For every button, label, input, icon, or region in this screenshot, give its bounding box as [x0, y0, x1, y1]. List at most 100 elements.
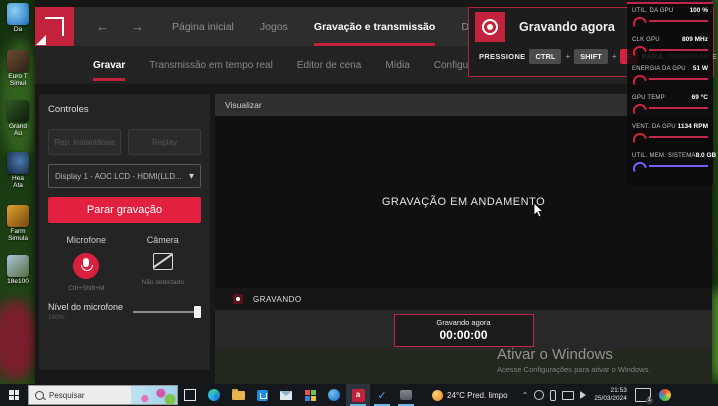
photos-button[interactable]: [298, 384, 322, 406]
replay-button[interactable]: Replay: [128, 129, 201, 155]
clock-date: 25/03/2024: [594, 395, 627, 403]
camera-title: Câmera: [125, 235, 202, 245]
desktop-icon-3[interactable]: HeaAta: [3, 152, 33, 189]
metric-gpu-temp: GPU TEMP69 °C: [632, 94, 708, 123]
tray-chevron-icon[interactable]: ⌃: [522, 391, 529, 400]
desktop-icon-euro-truck[interactable]: Euro TSimul: [3, 50, 33, 87]
amd-arrow-mark: [45, 17, 64, 36]
mic-level-section: Nível do microfone 100%: [48, 302, 201, 321]
amd-icon: a: [352, 389, 365, 402]
picture-icon: [7, 255, 29, 277]
watermark-subtitle: Acesse Configurações para ativar o Windo…: [497, 365, 650, 374]
desktop-icon-1[interactable]: Da: [3, 3, 33, 33]
gauge-icon: [631, 102, 647, 114]
tray-person-icon[interactable]: [534, 390, 544, 400]
subtab-gravar[interactable]: Gravar: [93, 60, 125, 71]
mic-level-value: 100%: [48, 314, 133, 321]
notification-center-button[interactable]: 1: [635, 388, 651, 402]
edge-button[interactable]: [202, 384, 226, 406]
metric-gpu-fan: VENT. DA GPU1134 RPM: [632, 123, 708, 152]
metric-gpu-clock: CLK GPU809 MHz: [632, 36, 708, 65]
slider-handle[interactable]: [194, 306, 201, 318]
tray-display-icon[interactable]: [562, 391, 574, 400]
microphone-hotkey: Ctrl+Shift+M: [48, 285, 125, 292]
plus-sign: +: [565, 52, 570, 61]
amd-software-taskbar-button[interactable]: a: [346, 384, 370, 406]
hotkey-text: PRESSIONE: [479, 52, 525, 61]
search-placeholder: Pesquisar: [49, 391, 85, 400]
icon-label: 18e100: [7, 278, 29, 285]
subtab-editor-de-cena[interactable]: Editor de cena: [297, 60, 362, 71]
camera-section: Câmera Não detectado: [125, 235, 202, 292]
metric-gpu-power: ENERGIA DA GPU51 W: [632, 65, 708, 94]
tab-gravacao-e-transmissao[interactable]: Gravação e transmissão: [314, 7, 435, 46]
display-select-value: Display 1 - AOC LCD - HDMI(LLD...: [55, 172, 189, 181]
record-dot-icon: [233, 294, 243, 304]
instant-replay-button[interactable]: Rep. instantânea: [48, 129, 121, 155]
app-button-gray[interactable]: [394, 384, 418, 406]
task-view-button[interactable]: [178, 384, 202, 406]
microphone-icon: [83, 258, 89, 267]
search-input[interactable]: Pesquisar: [28, 385, 178, 405]
metric-gpu-util: UTIL. DA GPU100 %: [632, 7, 708, 36]
amd-logo[interactable]: [35, 7, 74, 46]
start-button[interactable]: [0, 384, 28, 406]
system-tray: ⌃: [522, 390, 587, 401]
watermark-title: Ativar o Windows: [497, 346, 650, 363]
wallpaper-flower: [0, 300, 40, 380]
camera-status: Não detectado: [125, 279, 202, 286]
subtab-transmissao[interactable]: Transmissão em tempo real: [149, 60, 273, 71]
display-select[interactable]: Display 1 - AOC LCD - HDMI(LLD... ▾: [48, 164, 201, 188]
store-button[interactable]: [250, 384, 274, 406]
gray-app-icon: [400, 390, 412, 400]
shift-keycap: SHIFT: [574, 49, 608, 64]
store-icon: [257, 390, 268, 401]
weather-widget[interactable]: 24°C Pred. limpo: [432, 390, 508, 401]
plus-sign: +: [612, 52, 617, 61]
mic-level-slider[interactable]: [133, 311, 201, 313]
chevron-down-icon: ▾: [189, 171, 194, 182]
performance-metrics-overlay: UTIL. DA GPU100 % CLK GPU809 MHz ENERGIA…: [627, 2, 713, 185]
subtab-midia[interactable]: Mídia: [385, 60, 409, 71]
blue-app-icon: [328, 389, 340, 401]
timer-bar: Gravando agora 00:00:00: [215, 310, 712, 350]
forward-button[interactable]: →: [131, 19, 144, 34]
mouse-cursor: [533, 202, 544, 218]
controls-panel: Controles Rep. instantânea Replay Displa…: [39, 94, 210, 370]
mail-icon: [280, 391, 292, 400]
mail-button[interactable]: [274, 384, 298, 406]
app-button-check[interactable]: ✓: [370, 384, 394, 406]
tray-volume-icon[interactable]: [580, 391, 586, 399]
taskbar: Pesquisar a ✓ 24°C Pred. limpo ⌃ 21:53 2…: [0, 384, 718, 406]
browser-color-icon[interactable]: [659, 389, 671, 401]
recording-timer: Gravando agora 00:00:00: [394, 314, 534, 347]
preview-header-label: Visualizar: [225, 100, 262, 110]
recording-status-row: GRAVANDO: [215, 288, 712, 310]
timer-label: Gravando agora: [395, 318, 533, 327]
edge-icon: [208, 389, 220, 401]
back-button[interactable]: ←: [96, 19, 109, 34]
camera-disabled-icon: [153, 253, 173, 270]
tab-jogos[interactable]: Jogos: [260, 7, 288, 46]
microphone-toggle-button[interactable]: [73, 253, 99, 279]
desktop-icon-farming[interactable]: FarmSimula: [3, 205, 33, 242]
desktop-icon-image[interactable]: 18e100: [3, 255, 33, 285]
gauge-icon: [631, 160, 647, 172]
recording-label: GRAVANDO: [253, 295, 302, 304]
stop-recording-button[interactable]: Parar gravação: [48, 197, 201, 223]
tab-pagina-inicial[interactable]: Página inicial: [172, 7, 234, 46]
gauge-icon: [631, 73, 647, 85]
app-button-blue[interactable]: [322, 384, 346, 406]
gauge-icon: [631, 44, 647, 56]
app-icon: [7, 3, 29, 25]
desktop-icon-gta[interactable]: GrandAu: [3, 100, 33, 137]
file-explorer-button[interactable]: [226, 384, 250, 406]
search-highlight-art: [131, 386, 177, 404]
windows-logo-icon: [9, 390, 19, 400]
record-icon: [475, 12, 505, 42]
icon-label: Da: [14, 26, 22, 33]
ctrl-keycap: CTRL: [529, 49, 561, 64]
search-icon: [35, 391, 44, 400]
tray-mic-icon[interactable]: [550, 390, 556, 401]
taskbar-clock[interactable]: 21:53 25/03/2024: [594, 387, 627, 403]
